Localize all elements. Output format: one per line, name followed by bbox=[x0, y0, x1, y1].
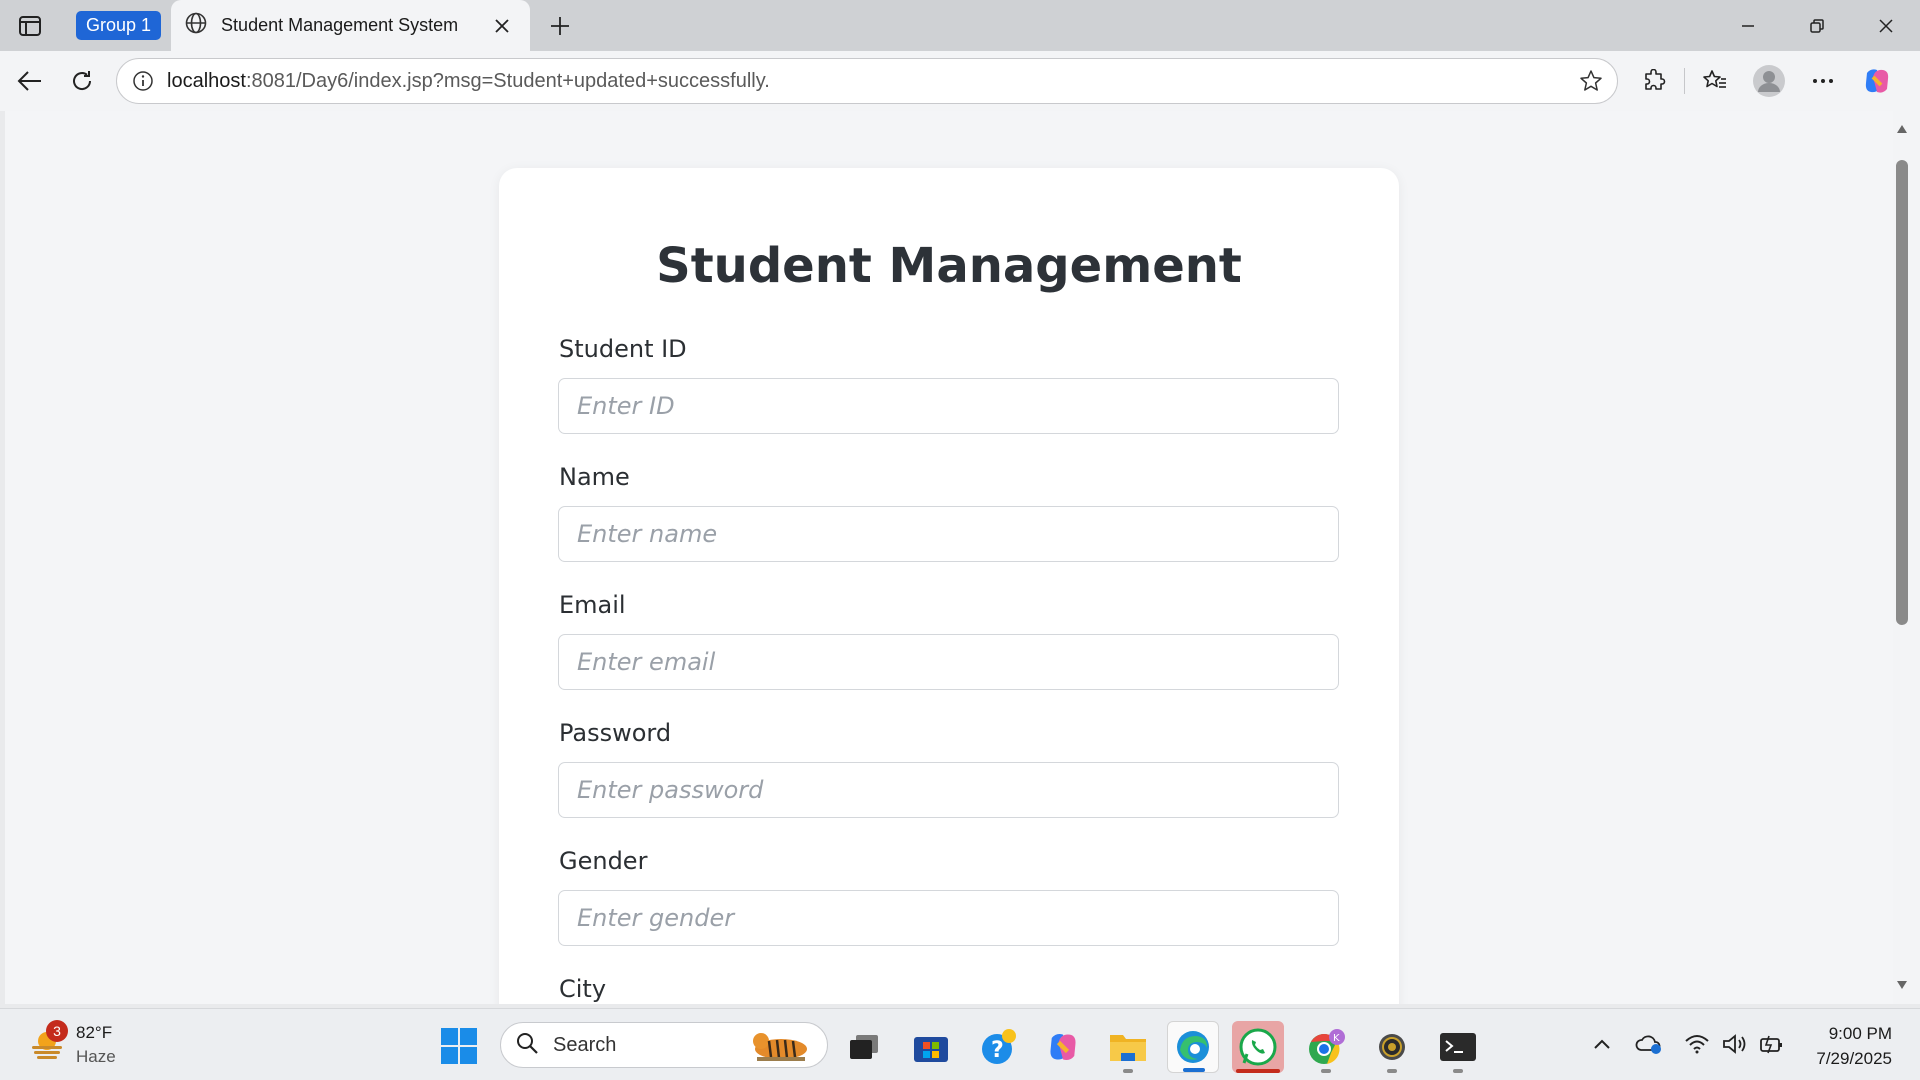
tab-strip: Group 1 Student Management System bbox=[0, 0, 1920, 51]
running-indicator bbox=[1387, 1069, 1397, 1073]
close-tab-icon[interactable] bbox=[488, 12, 516, 40]
wifi-icon[interactable] bbox=[1682, 1029, 1712, 1059]
windows-start-icon[interactable] bbox=[440, 1027, 478, 1065]
name-input[interactable] bbox=[558, 506, 1339, 562]
email-label: Email bbox=[559, 591, 626, 619]
scrollbar-thumb[interactable] bbox=[1896, 160, 1908, 625]
windows-taskbar: 3 82°F Haze Search ? K 9:00 PM 7/29/2025 bbox=[0, 1008, 1920, 1080]
search-icon bbox=[515, 1031, 539, 1060]
tab-actions-icon[interactable] bbox=[10, 6, 50, 46]
restore-icon[interactable] bbox=[1782, 0, 1851, 51]
scroll-down-icon[interactable] bbox=[1895, 978, 1909, 992]
volume-icon[interactable] bbox=[1720, 1029, 1750, 1059]
student-id-input[interactable] bbox=[558, 378, 1339, 434]
file-explorer-icon[interactable] bbox=[1102, 1021, 1154, 1073]
help-tips-icon[interactable]: ? bbox=[973, 1021, 1025, 1073]
minimize-icon[interactable] bbox=[1713, 0, 1782, 51]
clock-time: 9:00 PM bbox=[1828, 1024, 1892, 1043]
reload-icon[interactable] bbox=[60, 59, 104, 103]
page-viewport: Student Management Student ID Name Email… bbox=[5, 111, 1893, 1004]
url-text: localhost:8081/Day6/index.jsp?msg=Studen… bbox=[167, 69, 770, 92]
city-label: City bbox=[559, 975, 607, 1003]
settings-gear-icon[interactable] bbox=[1366, 1021, 1418, 1073]
toolbar-divider bbox=[1684, 68, 1685, 94]
page-title: Student Management bbox=[656, 238, 1242, 294]
terminal-icon[interactable] bbox=[1432, 1021, 1484, 1073]
tab-student-management[interactable]: Student Management System bbox=[171, 0, 531, 51]
running-indicator bbox=[1453, 1069, 1463, 1073]
name-label: Name bbox=[559, 463, 630, 491]
copilot-app-icon[interactable] bbox=[1037, 1021, 1089, 1073]
more-menu-icon[interactable] bbox=[1801, 59, 1845, 103]
weather-haze-icon: 3 bbox=[28, 1020, 68, 1064]
chrome-icon[interactable]: K bbox=[1300, 1021, 1352, 1073]
running-indicator bbox=[1123, 1069, 1133, 1073]
tab-group-chip[interactable]: Group 1 bbox=[76, 11, 162, 40]
student-form-card: Student Management Student ID Name Email… bbox=[499, 168, 1399, 1004]
microsoft-store-icon[interactable] bbox=[905, 1021, 957, 1073]
email-input[interactable] bbox=[558, 634, 1339, 690]
globe-icon bbox=[185, 12, 207, 39]
profile-avatar-icon[interactable] bbox=[1747, 59, 1791, 103]
task-view-icon[interactable] bbox=[838, 1021, 890, 1073]
gender-label: Gender bbox=[559, 847, 648, 875]
whatsapp-icon[interactable] bbox=[1232, 1021, 1284, 1073]
taskbar-search[interactable]: Search bbox=[500, 1022, 828, 1068]
close-window-icon[interactable] bbox=[1851, 0, 1920, 51]
onedrive-icon[interactable] bbox=[1634, 1029, 1664, 1059]
chevron-up-icon[interactable] bbox=[1587, 1029, 1617, 1059]
new-tab-icon[interactable] bbox=[542, 8, 578, 44]
svg-text:?: ? bbox=[991, 1038, 1004, 1063]
extensions-icon[interactable] bbox=[1632, 59, 1676, 103]
search-highlight-tiger-icon bbox=[749, 1027, 813, 1063]
gender-input[interactable] bbox=[558, 890, 1339, 946]
password-input[interactable] bbox=[558, 762, 1339, 818]
password-label: Password bbox=[559, 719, 672, 747]
student-id-label: Student ID bbox=[559, 335, 687, 363]
star-icon[interactable] bbox=[1577, 67, 1605, 95]
scroll-up-icon[interactable] bbox=[1895, 122, 1909, 136]
running-indicator bbox=[1321, 1069, 1331, 1073]
search-label: Search bbox=[553, 1033, 617, 1056]
address-bar[interactable]: localhost:8081/Day6/index.jsp?msg=Studen… bbox=[116, 58, 1618, 104]
copilot-icon[interactable] bbox=[1855, 59, 1899, 103]
svg-text:K: K bbox=[1333, 1033, 1340, 1044]
weather-condition: Haze bbox=[76, 1047, 116, 1066]
favorites-icon[interactable] bbox=[1693, 59, 1737, 103]
site-info-icon[interactable] bbox=[129, 67, 157, 95]
tab-title: Student Management System bbox=[221, 15, 459, 35]
battery-icon[interactable] bbox=[1756, 1029, 1786, 1059]
weather-badge: 3 bbox=[46, 1020, 68, 1042]
active-indicator bbox=[1183, 1068, 1205, 1072]
edge-browser-icon[interactable] bbox=[1167, 1021, 1219, 1073]
weather-widget[interactable]: 3 82°F Haze bbox=[28, 1020, 116, 1069]
browser-toolbar: localhost:8081/Day6/index.jsp?msg=Studen… bbox=[0, 51, 1920, 111]
active-indicator bbox=[1236, 1069, 1280, 1073]
weather-temp: 82°F bbox=[76, 1023, 113, 1042]
clock-date: 7/29/2025 bbox=[1816, 1049, 1892, 1068]
back-arrow-icon[interactable] bbox=[8, 59, 52, 103]
system-clock[interactable]: 9:00 PM 7/29/2025 bbox=[1806, 1021, 1892, 1071]
